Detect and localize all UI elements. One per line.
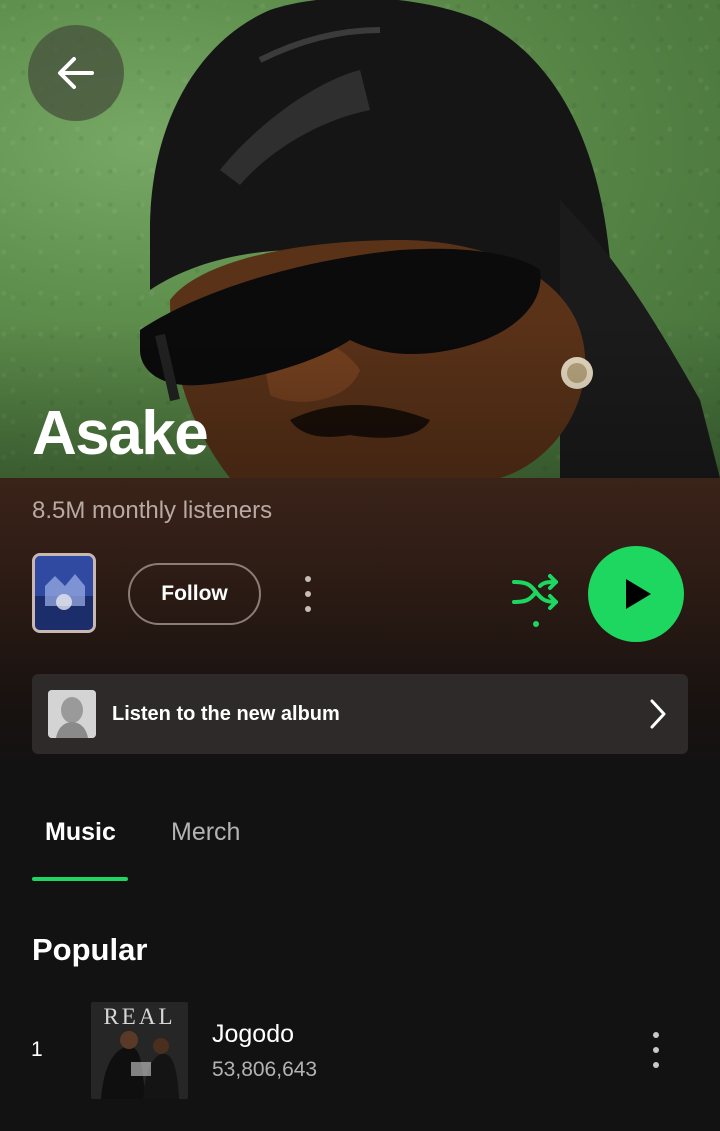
more-options-button[interactable] bbox=[296, 572, 320, 616]
tab-merch[interactable]: Merch bbox=[171, 818, 240, 847]
play-button[interactable] bbox=[588, 546, 684, 642]
more-dot bbox=[653, 1062, 659, 1068]
shuffle-icon bbox=[512, 574, 558, 627]
track-row[interactable]: 1 REAL Jogodo 53,806,643 bbox=[0, 1000, 720, 1100]
track-artwork: REAL bbox=[91, 1002, 188, 1099]
new-album-label: Listen to the new album bbox=[112, 702, 340, 725]
latest-release-thumbnail[interactable] bbox=[32, 553, 96, 633]
artist-name: Asake bbox=[32, 399, 209, 468]
follow-button[interactable]: Follow bbox=[128, 563, 261, 625]
popular-heading: Popular bbox=[32, 932, 148, 967]
chevron-right-icon bbox=[650, 699, 666, 729]
track-more-button[interactable] bbox=[650, 1030, 662, 1070]
active-tab-indicator bbox=[32, 877, 128, 881]
monthly-listeners: 8.5M monthly listeners bbox=[32, 497, 273, 524]
back-button[interactable] bbox=[28, 25, 124, 121]
more-vertical-icon bbox=[305, 576, 311, 582]
track-title: Jogodo bbox=[212, 1020, 295, 1048]
shuffle-button[interactable] bbox=[508, 570, 564, 632]
arrow-left-icon bbox=[58, 57, 94, 89]
track-rank: 1 bbox=[31, 1038, 43, 1061]
track-artwork-text: REAL bbox=[103, 1004, 176, 1029]
tab-music[interactable]: Music bbox=[45, 818, 116, 847]
more-dot bbox=[305, 591, 311, 597]
track-play-count: 53,806,643 bbox=[212, 1058, 318, 1081]
more-vertical-icon bbox=[653, 1032, 659, 1038]
more-dot bbox=[653, 1047, 659, 1053]
play-icon bbox=[626, 579, 651, 609]
new-album-cover bbox=[48, 690, 96, 738]
album-art bbox=[35, 556, 93, 630]
new-album-banner[interactable]: Listen to the new album bbox=[32, 674, 688, 754]
more-dot bbox=[305, 606, 311, 612]
